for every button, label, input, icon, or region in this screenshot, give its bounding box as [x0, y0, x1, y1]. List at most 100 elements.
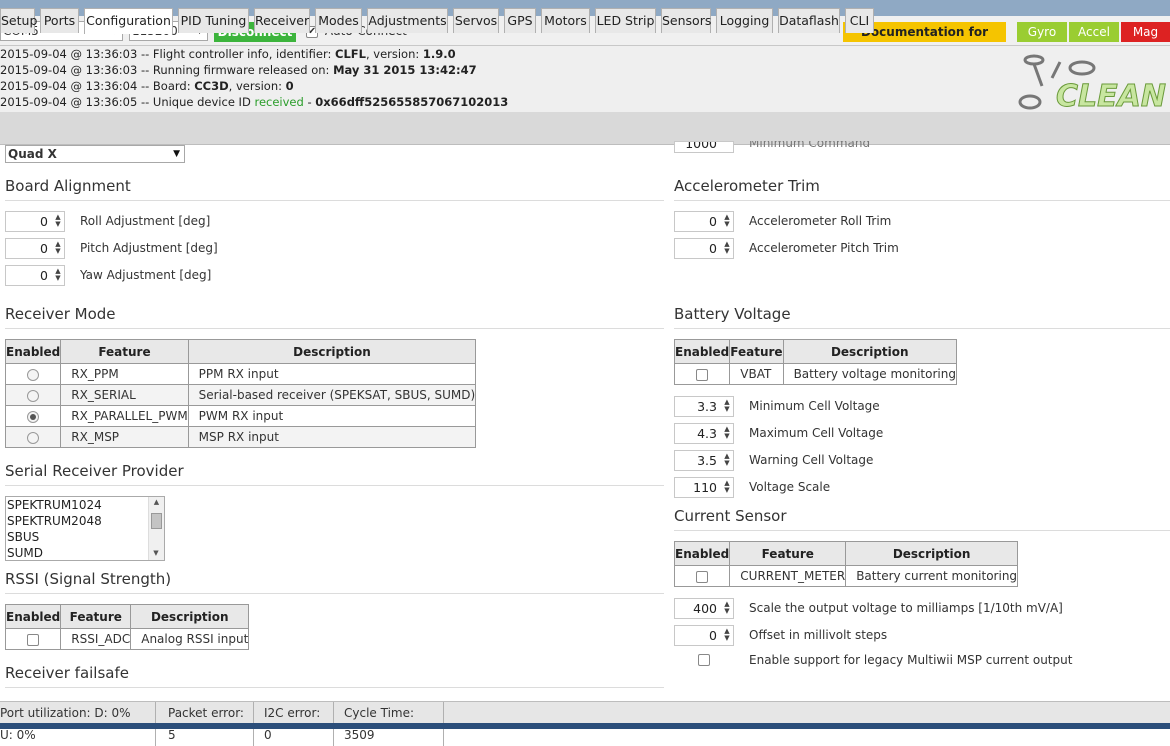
scroll-up-icon[interactable]: ▲: [149, 497, 164, 507]
number-input[interactable]: 400 ▲ ▼: [674, 598, 734, 619]
column-header: Feature: [729, 541, 847, 566]
column-header: Feature: [60, 604, 132, 629]
board-alignment-heading: Board Alignment: [5, 177, 131, 195]
feature-cell: RX_PARALLEL_PWM: [60, 405, 189, 427]
tab-receiver[interactable]: Receiver: [254, 8, 310, 33]
tab-setup[interactable]: Setup: [0, 8, 37, 33]
field-label: Maximum Cell Voltage: [749, 426, 884, 440]
column-header: Feature: [729, 339, 784, 364]
field-label: Minimum Cell Voltage: [749, 399, 880, 413]
mag-indicator: Mag: [1121, 22, 1170, 42]
mixer-select[interactable]: Quad X ▼: [5, 145, 185, 163]
description-cell: PWM RX input: [187, 405, 477, 427]
spinner-arrows-icon[interactable]: ▲ ▼: [723, 241, 731, 255]
receiver-mode-radio[interactable]: [27, 368, 40, 381]
tab-servos[interactable]: Servos: [453, 8, 499, 33]
legacy-msp-label: Enable support for legacy Multiwii MSP c…: [749, 653, 1073, 667]
logo-text: CLEAN: [1056, 79, 1166, 112]
serial-provider-listbox[interactable]: SPEKTRUM1024 SPEKTRUM2048 SBUS SUMD ▲ ▼: [5, 496, 165, 561]
spinner-arrows-icon[interactable]: ▲ ▼: [723, 214, 731, 228]
log-line: 2015-09-04 @ 13:36:04 -- Board: CC3D, ve…: [0, 79, 294, 93]
tab-ports[interactable]: Ports: [40, 8, 79, 33]
rssi-adc-checkbox[interactable]: [27, 633, 40, 646]
tab-cli[interactable]: CLI: [845, 8, 874, 33]
listbox-option[interactable]: SBUS: [7, 529, 164, 545]
spinner-arrows-icon[interactable]: ▲ ▼: [723, 399, 731, 413]
receiver-mode-radio[interactable]: [27, 389, 40, 402]
number-input[interactable]: 110 ▲ ▼: [674, 477, 734, 498]
number-input[interactable]: 0 ▲ ▼: [674, 238, 734, 259]
spinner-arrows-icon[interactable]: ▲ ▼: [723, 426, 731, 440]
field-label: Accelerometer Pitch Trim: [749, 241, 899, 255]
divider: [5, 200, 664, 201]
log-line: 2015-09-04 @ 13:36:03 -- Running firmwar…: [0, 63, 477, 77]
table-row[interactable]: RX_PPM PPM RX input: [4, 363, 477, 385]
spinner-arrows-icon[interactable]: ▲ ▼: [723, 480, 731, 494]
table-row[interactable]: RX_SERIAL Serial-based receiver (SPEKSAT,…: [4, 384, 477, 406]
serial-provider-heading: Serial Receiver Provider: [5, 462, 184, 480]
spinner-arrows-icon[interactable]: ▲ ▼: [54, 268, 62, 282]
field-label: Warning Cell Voltage: [749, 453, 874, 467]
number-input[interactable]: 0 ▲ ▼: [5, 238, 65, 259]
tab-adjustments[interactable]: Adjustments: [367, 8, 448, 33]
field-label: Roll Adjustment [deg]: [80, 214, 211, 228]
listbox-option[interactable]: SPEKTRUM2048: [7, 513, 164, 529]
tab-sensors[interactable]: Sensors: [661, 8, 711, 33]
tab-configuration[interactable]: Configuration: [84, 8, 173, 34]
battery-voltage-heading: Battery Voltage: [674, 305, 791, 323]
tab-modes[interactable]: Modes: [315, 8, 362, 33]
cleanflight-logo: CLEAN: [1018, 54, 1166, 112]
tab-led-strip[interactable]: LED Strip: [595, 8, 656, 33]
table-row[interactable]: RX_PARALLEL_PWM PWM RX input: [4, 405, 477, 427]
field-label: Offset in millivolt steps: [749, 628, 888, 642]
description-cell: MSP RX input: [187, 426, 477, 448]
spinner-arrows-icon[interactable]: ▲ ▼: [723, 453, 731, 467]
number-input[interactable]: 0 ▲ ▼: [674, 211, 734, 232]
spinner-arrows-icon[interactable]: ▲ ▼: [723, 628, 731, 642]
tab-dataflash[interactable]: Dataflash: [778, 8, 840, 33]
number-input[interactable]: 0 ▲ ▼: [5, 265, 65, 286]
status-bar: Port utilization: D: 0% U: 0% Packet err…: [0, 701, 1170, 746]
min-command-input[interactable]: 1000: [674, 141, 734, 153]
number-input[interactable]: 0 ▲ ▼: [674, 625, 734, 646]
scrollbar[interactable]: ▲ ▼: [148, 497, 164, 560]
receiver-mode-radio[interactable]: [27, 431, 40, 444]
listbox-option[interactable]: SUMD: [7, 545, 164, 560]
number-input[interactable]: 0 ▲ ▼: [5, 211, 65, 232]
number-input[interactable]: 3.5 ▲ ▼: [674, 450, 734, 471]
feature-cell: RX_SERIAL: [60, 384, 189, 406]
divider: [5, 328, 664, 329]
column-header: Enabled: [4, 339, 62, 364]
receiver-mode-radio[interactable]: [27, 410, 40, 423]
current-meter-checkbox[interactable]: [696, 570, 709, 583]
tab-motors[interactable]: Motors: [541, 8, 590, 33]
spinner-arrows-icon[interactable]: ▲ ▼: [54, 214, 62, 228]
divider: [674, 328, 1170, 329]
scroll-thumb[interactable]: [151, 513, 162, 529]
listbox-option[interactable]: SPEKTRUM1024: [7, 497, 164, 513]
legacy-msp-checkbox[interactable]: [698, 654, 710, 666]
divider: [5, 687, 664, 688]
chevron-down-icon: ▼: [173, 149, 180, 159]
description-cell: Battery current monitoring: [845, 565, 1019, 587]
tab-logging[interactable]: Logging: [716, 8, 773, 33]
rssi-feature-table: Enabled Feature Description RSSI_ADC Ana…: [4, 604, 250, 650]
column-header: Description: [130, 604, 250, 629]
current-sensor-heading: Current Sensor: [674, 507, 787, 525]
battery-feature-table: Enabled Feature Description VBAT Battery…: [673, 339, 957, 385]
table-row[interactable]: RX_MSP MSP RX input: [4, 426, 477, 448]
table-row: VBAT Battery voltage monitoring: [673, 363, 957, 385]
number-input[interactable]: 3.3 ▲ ▼: [674, 396, 734, 417]
tab-gps[interactable]: GPS: [504, 8, 536, 33]
description-cell: Battery voltage monitoring: [782, 363, 957, 385]
vbat-checkbox[interactable]: [696, 368, 709, 381]
divider: [674, 530, 1170, 531]
spinner-arrows-icon[interactable]: ▲ ▼: [723, 601, 731, 615]
tab-pid-tuning[interactable]: PID Tuning: [178, 8, 249, 33]
number-input[interactable]: 4.3 ▲ ▼: [674, 423, 734, 444]
field-label: Scale the output voltage to milliamps [1…: [749, 601, 1063, 615]
column-header: Enabled: [673, 541, 731, 566]
feature-cell: RSSI_ADC: [60, 628, 132, 650]
spinner-arrows-icon[interactable]: ▲ ▼: [54, 241, 62, 255]
scroll-down-icon[interactable]: ▼: [149, 548, 163, 558]
